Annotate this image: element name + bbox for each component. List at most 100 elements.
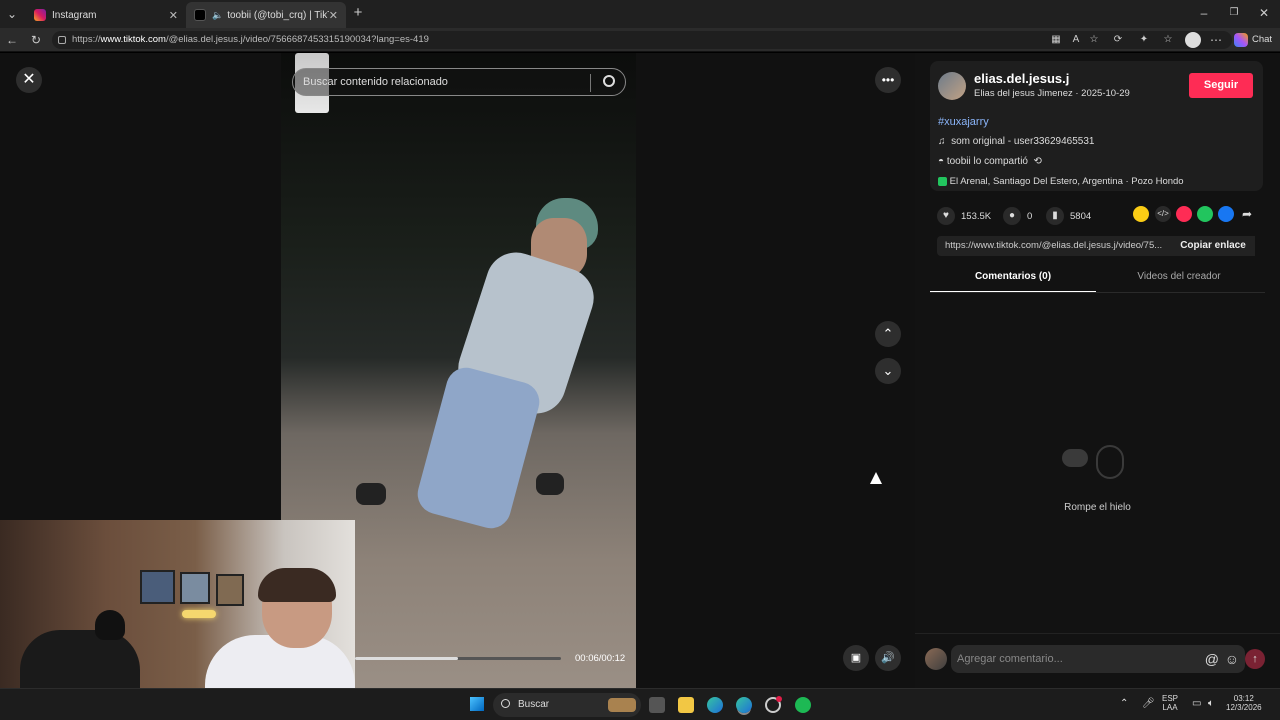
clock-time: 03:12	[1233, 694, 1254, 703]
comment-placeholder: Agregar comentario...	[957, 653, 1063, 665]
chat-icon[interactable]	[1234, 33, 1248, 47]
more-options-icon[interactable]: ⋯	[1208, 32, 1224, 48]
tab-comments[interactable]: Comentarios (0)	[930, 267, 1096, 293]
restore-icon[interactable]: ❐	[1226, 5, 1242, 21]
progress-track[interactable]	[355, 657, 561, 660]
post-comment-icon[interactable]: ↑	[1245, 649, 1265, 669]
new-tab-button[interactable]: +	[350, 5, 366, 21]
shared-text: toobii lo compartió	[946, 156, 1028, 167]
chevron-down-icon[interactable]: ⌄	[875, 358, 901, 384]
spotify-icon[interactable]	[795, 697, 811, 713]
close-tab-icon[interactable]: ✕	[329, 9, 338, 22]
network-icon[interactable]: ▭	[1192, 698, 1201, 709]
chat-label[interactable]: Chat	[1252, 34, 1272, 45]
taskbar-search[interactable]: Buscar	[493, 693, 641, 717]
copy-link-button[interactable]: Copiar enlace	[1171, 236, 1255, 256]
url-path: /@elias.del.jesus.j/video/75666874533151…	[165, 34, 429, 45]
like-stat[interactable]: ♥ 153.5K	[937, 207, 991, 225]
repost-icon: ⟲	[1033, 156, 1042, 167]
search-highlight-icon	[608, 698, 636, 712]
heart-icon: ♥	[937, 207, 955, 225]
volume-icon[interactable]: 🔈︎	[1208, 698, 1214, 709]
speaker-icon[interactable]: 🔈	[212, 10, 223, 21]
browser-tab-bar: ⌄ Instagram ✕ 🔈 toobii (@tobi_crq) | Tik…	[0, 0, 1280, 28]
author-username[interactable]: elias.del.jesus.j	[974, 71, 1069, 86]
tab-label: toobii (@tobi_crq) | TikTok	[227, 9, 329, 21]
comment-input[interactable]: Agregar comentario... @ ☺	[951, 645, 1245, 673]
comment-bubble-icon: ●	[1003, 207, 1021, 225]
sound-name: som original - user33629465531	[951, 136, 1095, 147]
search-icon[interactable]	[603, 75, 615, 87]
poster-2	[180, 572, 210, 604]
coin-icon[interactable]	[1133, 206, 1149, 222]
send-icon[interactable]	[1176, 206, 1192, 222]
tab-creator-videos[interactable]: Videos del creador	[1096, 267, 1262, 293]
share-arrow-icon[interactable]: ➦	[1239, 206, 1255, 222]
close-window-icon[interactable]: ✕	[1256, 5, 1272, 21]
facebook-icon[interactable]	[1218, 206, 1234, 222]
jeans	[413, 363, 544, 533]
favorite-star-icon[interactable]: ☆	[1086, 32, 1102, 48]
empty-comments-text: Rompe el hielo	[1064, 502, 1131, 513]
site-info-icon[interactable]	[58, 36, 66, 44]
translate-icon[interactable]: A	[1068, 32, 1084, 48]
comments-count: 0	[1027, 210, 1033, 222]
location-text: El Arenal, Santiago Del Estero, Argentin…	[949, 176, 1184, 187]
file-explorer-icon[interactable]	[678, 697, 694, 713]
hashtag-link[interactable]: #xuxajarry	[938, 116, 989, 128]
person-left-cap	[95, 610, 125, 640]
chevron-up-icon[interactable]: ⌃	[1120, 698, 1128, 709]
sound-row[interactable]: ♫ som original - user33629465531	[938, 136, 1095, 147]
close-icon[interactable]: ✕	[16, 67, 42, 93]
clock[interactable]: 03:12 12/3/2026	[1226, 694, 1262, 712]
whatsapp-icon[interactable]	[1197, 206, 1213, 222]
edge-active-icon[interactable]	[736, 697, 752, 713]
tab-instagram[interactable]: Instagram ✕	[26, 2, 186, 28]
taskbar-search-label: Buscar	[518, 699, 550, 710]
music-note-icon: ♫	[938, 136, 946, 147]
progress-fill	[355, 657, 458, 660]
language-indicator[interactable]: ESP LAA	[1162, 694, 1178, 712]
back-icon[interactable]: ←	[4, 32, 20, 48]
extensions-icon[interactable]: ⟳	[1110, 32, 1126, 48]
app-icon[interactable]: ▦	[1048, 32, 1064, 48]
empty-comments-illustration-icon	[1060, 445, 1130, 485]
profile-avatar[interactable]	[1185, 32, 1201, 48]
chevron-up-icon[interactable]: ⌃	[875, 321, 901, 347]
saves-count: 5804	[1070, 210, 1092, 222]
tab-tiktok[interactable]: 🔈 toobii (@tobi_crq) | TikTok ✕	[186, 2, 346, 28]
more-options-icon[interactable]: •••	[875, 67, 901, 93]
copilot-icon[interactable]: ✦	[1136, 32, 1152, 48]
lang-code: ESP	[1162, 694, 1179, 703]
shoe-left	[356, 483, 386, 505]
avatar[interactable]	[938, 72, 966, 100]
location-row[interactable]: El Arenal, Santiago Del Estero, Argentin…	[938, 176, 1184, 187]
region-code: LAA	[1162, 703, 1178, 712]
save-stat[interactable]: ▮ 5804	[1046, 207, 1091, 225]
shoe-right	[536, 473, 564, 495]
bookmark-icon: ▮	[1046, 207, 1064, 225]
poster-3	[216, 574, 244, 606]
mention-icon[interactable]: @	[1205, 645, 1219, 673]
microphone-icon[interactable]: 🎤︎	[1142, 698, 1155, 709]
tab-actions-chevron-icon[interactable]: ⌄	[4, 6, 20, 22]
helmet-icon: ◓	[938, 156, 945, 167]
minimize-icon[interactable]: –	[1196, 5, 1212, 21]
task-view-icon[interactable]	[649, 697, 665, 713]
app-notification-icon[interactable]	[765, 696, 782, 713]
video-time: 00:06/00:12	[575, 653, 626, 664]
edge-icon[interactable]	[707, 697, 723, 713]
close-tab-icon[interactable]: ✕	[169, 9, 178, 22]
volume-icon[interactable]: 🔊	[875, 645, 901, 671]
start-icon[interactable]	[470, 697, 484, 711]
emoji-icon[interactable]: ☺	[1225, 645, 1239, 673]
follow-button[interactable]: Seguir	[1189, 73, 1253, 98]
comment-stat[interactable]: ● 0	[1003, 207, 1032, 225]
collections-icon[interactable]: ☆	[1160, 32, 1176, 48]
tab-divider	[930, 292, 1265, 293]
comment-bar: Agregar comentario... @ ☺ ↑	[915, 633, 1280, 688]
miniplayer-icon[interactable]: ▣	[843, 645, 869, 671]
embed-icon[interactable]: </>	[1155, 206, 1171, 222]
reload-icon[interactable]: ↻	[28, 32, 44, 48]
related-search-input[interactable]: Buscar contenido relacionado	[292, 68, 626, 96]
